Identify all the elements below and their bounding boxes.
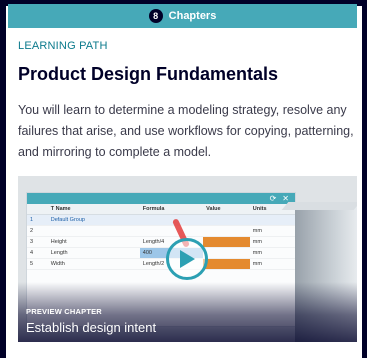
row-value (203, 214, 250, 226)
preview-chapter-title[interactable]: Establish design intent (26, 320, 156, 335)
play-icon (180, 250, 195, 268)
preview-chapter-thumbnail[interactable]: ⟳ ✕ T Name Formula Value Units 1 Default… (18, 176, 357, 342)
row-name: Default Group (47, 214, 140, 226)
screenshot-titlebar: ⟳ ✕ (27, 193, 295, 204)
row-units (249, 214, 295, 226)
table-row: 5 Width Length/2 mm (27, 258, 295, 270)
row-formula (139, 214, 204, 226)
chapters-bar: 8 Chapters (8, 4, 357, 28)
refresh-icon: ⟳ (269, 194, 277, 203)
play-button[interactable] (166, 238, 208, 280)
row-name: Width (47, 258, 140, 270)
row-number: 3 (27, 236, 48, 248)
row-number: 5 (27, 258, 48, 270)
chapters-label: Chapters (168, 10, 217, 22)
row-value (203, 247, 250, 259)
row-formula (139, 225, 204, 237)
column-header: Formula (139, 204, 204, 215)
row-name (47, 225, 140, 237)
column-header (27, 204, 48, 215)
learning-path-eyebrow: LEARNING PATH (18, 40, 108, 52)
column-header: Value (203, 204, 250, 215)
row-units: mm (249, 258, 295, 270)
column-header: T Name (47, 204, 140, 215)
course-title[interactable]: Product Design Fundamentals (18, 64, 278, 85)
table-row: 2 mm (27, 225, 295, 237)
row-number: 1 (27, 214, 48, 226)
row-number: 2 (27, 225, 48, 237)
preview-chapter-eyebrow: PREVIEW CHAPTER (26, 307, 102, 316)
row-name: Length (47, 247, 140, 259)
row-value (203, 258, 250, 270)
row-value (203, 236, 250, 248)
parameters-table: T Name Formula Value Units 1 Default Gro… (27, 204, 295, 270)
row-value (203, 225, 250, 237)
row-units: mm (249, 236, 295, 248)
row-number: 4 (27, 247, 48, 259)
table-row: 1 Default Group (27, 214, 295, 226)
course-description: You will learn to determine a modeling s… (18, 103, 354, 159)
row-name: Height (47, 236, 140, 248)
table-row: 3 Height Length/4 mm (27, 236, 295, 248)
row-units: mm (249, 247, 295, 259)
table-row: 4 Length 400 mm (27, 247, 295, 259)
chapter-count-badge: 8 (148, 9, 163, 23)
row-units: mm (249, 225, 295, 237)
